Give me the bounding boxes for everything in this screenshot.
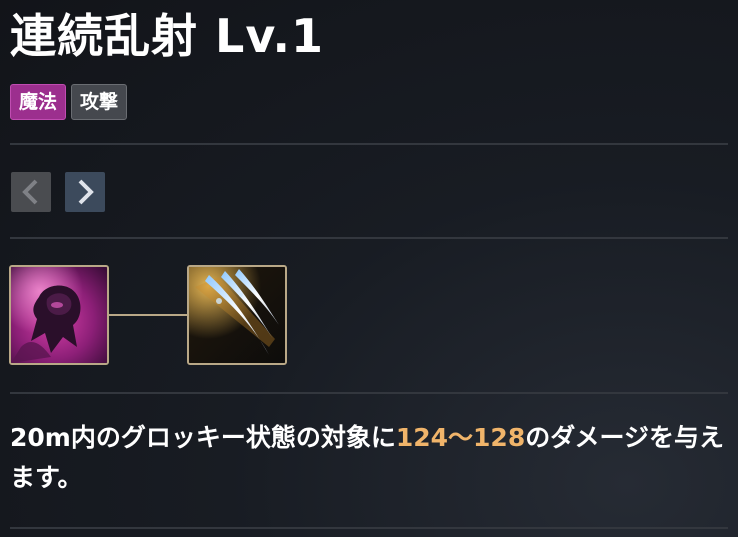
divider	[10, 143, 728, 145]
silver-claw-slash-icon	[189, 267, 285, 363]
skill-description: 20m内のグロッキー状態の対象に124〜128のダメージを与えます。	[10, 418, 725, 498]
skill-title: 連続乱射 Lv.1	[10, 9, 325, 63]
divider	[10, 392, 728, 394]
skill-node-2[interactable]	[187, 265, 287, 365]
skill-node-1[interactable]	[9, 265, 109, 365]
divider	[10, 527, 728, 529]
skill-tree-connector	[109, 314, 187, 316]
purple-hooded-figure-icon	[11, 267, 107, 363]
skill-tags: 魔法 攻撃	[10, 84, 128, 120]
description-text: 20m内のグロッキー状態の対象に	[10, 423, 396, 452]
damage-range: 124〜128	[395, 423, 526, 452]
tag-attack: 攻撃	[71, 84, 128, 120]
tag-magic: 魔法	[10, 84, 67, 120]
chevron-right-icon	[78, 179, 94, 205]
divider	[10, 237, 728, 239]
chevron-left-icon	[22, 179, 38, 205]
prev-level-button[interactable]	[11, 172, 51, 212]
next-level-button[interactable]	[65, 172, 105, 212]
